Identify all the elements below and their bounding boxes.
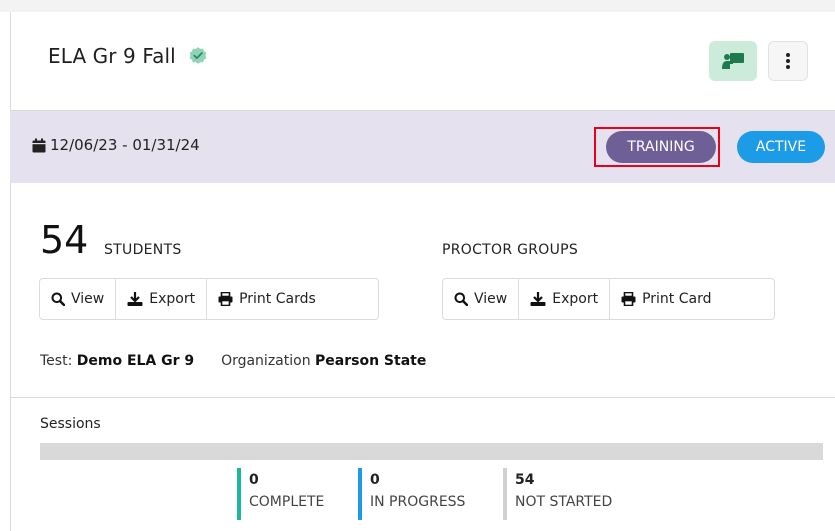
students-view-button[interactable]: View: [40, 279, 117, 319]
title-text: ELA Gr 9 Fall: [48, 44, 176, 68]
active-badge-label: ACTIVE: [755, 139, 807, 155]
students-actions: View Export Print Cards: [39, 278, 379, 320]
stat-in-progress: 0 IN PROGRESS: [358, 468, 465, 520]
stat-bar: [237, 468, 241, 520]
stat-value: 0: [249, 472, 259, 488]
kebab-menu-icon: [786, 53, 790, 69]
view-label: View: [474, 291, 508, 307]
export-label: Export: [149, 291, 196, 307]
card-border: [10, 12, 11, 531]
stat-label: NOT STARTED: [515, 494, 613, 510]
stat-label: COMPLETE: [249, 494, 325, 510]
date-range-text: 12/06/23 - 01/31/24: [50, 136, 200, 154]
stat-value: 0: [370, 472, 380, 488]
students-label: STUDENTS: [104, 242, 182, 258]
date-range: 12/06/23 - 01/31/24: [32, 136, 200, 154]
proctor-groups-label: PROCTOR GROUPS: [442, 242, 579, 258]
verified-badge-icon: [189, 47, 207, 64]
students-export-button[interactable]: Export: [116, 279, 208, 319]
organization-value: Pearson State: [315, 353, 427, 369]
calendar-icon: [32, 138, 46, 152]
search-icon: [51, 292, 65, 306]
active-badge: ACTIVE: [737, 131, 825, 163]
search-icon: [454, 292, 468, 306]
stat-bar: [358, 468, 362, 520]
sessions-label: Sessions: [40, 416, 101, 432]
divider: [10, 397, 835, 398]
sessions-progress-bar: [40, 443, 823, 460]
more-options-button[interactable]: [768, 41, 808, 81]
print-cards-label: Print Cards: [239, 291, 316, 307]
test-info: Test: Demo ELA Gr 9 Organization Pearson…: [40, 353, 426, 369]
students-print-cards-button[interactable]: Print Cards: [207, 279, 327, 319]
test-label: Test:: [40, 353, 73, 369]
student-count: 54: [40, 218, 89, 262]
stat-complete: 0 COMPLETE: [237, 468, 324, 520]
print-card-label: Print Card: [642, 291, 712, 307]
page-title: ELA Gr 9 Fall: [48, 44, 208, 68]
stat-bar: [503, 468, 507, 520]
print-icon: [621, 292, 636, 306]
proctor-export-button[interactable]: Export: [519, 279, 611, 319]
test-value: Demo ELA Gr 9: [76, 353, 195, 369]
proctor-print-card-button[interactable]: Print Card: [610, 279, 722, 319]
proctor-view-button[interactable]: View: [443, 279, 520, 319]
highlight-box: [594, 127, 720, 167]
session-card: ELA Gr 9 Fall 12/06/23 - 01/31/24 TRAINI…: [0, 0, 835, 531]
classroom-button[interactable]: [709, 41, 757, 81]
view-label: View: [71, 291, 105, 307]
proctor-actions: View Export Print Card: [442, 278, 775, 320]
download-icon: [127, 292, 143, 306]
stat-label: IN PROGRESS: [370, 494, 466, 510]
export-label: Export: [552, 291, 599, 307]
download-icon: [530, 292, 546, 306]
classroom-presenter-icon: [722, 53, 744, 69]
organization-label: Organization: [221, 353, 311, 369]
top-strip: [0, 0, 835, 12]
stat-value: 54: [515, 472, 535, 488]
stat-not-started: 54 NOT STARTED: [503, 468, 612, 520]
print-icon: [218, 292, 233, 306]
